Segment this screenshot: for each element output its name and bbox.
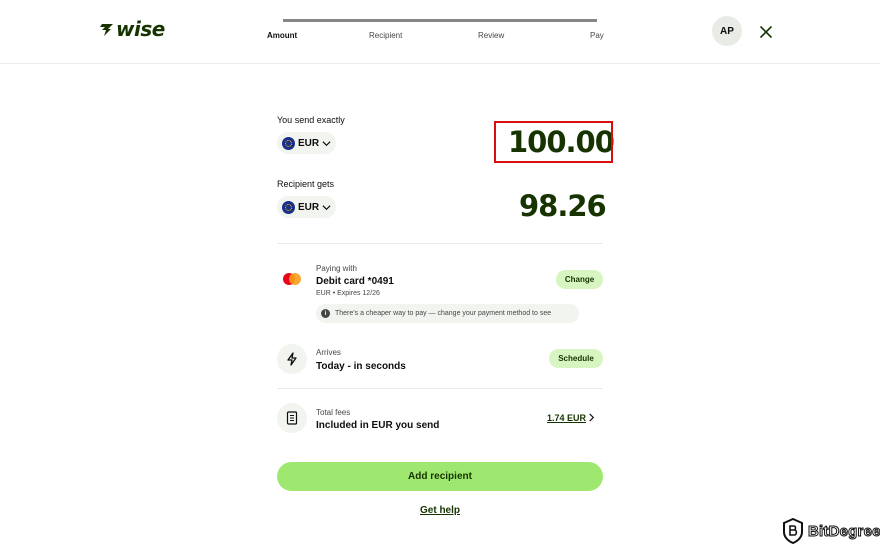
avatar[interactable]: AP	[712, 16, 742, 46]
chevron-right-icon[interactable]	[587, 413, 596, 422]
lightning-icon	[287, 352, 297, 366]
watermark-text: BitDegree	[808, 522, 880, 540]
highlight-annotation	[494, 121, 613, 163]
fees-amount-link[interactable]: 1.74 EUR	[547, 413, 586, 423]
divider	[277, 243, 603, 244]
payment-label: Paying with	[316, 264, 357, 273]
top-bar: wise Amount Recipient Review Pay AP	[0, 0, 880, 64]
step-review: Review	[478, 31, 505, 40]
bitdegree-watermark: BitDegree	[782, 518, 880, 544]
fees-label: Total fees	[316, 408, 351, 417]
eu-flag-icon	[282, 136, 295, 150]
payment-method-icon-wrap	[277, 264, 307, 294]
mastercard-icon	[283, 273, 301, 285]
payment-method: Debit card *0491	[316, 276, 394, 287]
get-help-link[interactable]: Get help	[420, 505, 460, 516]
close-icon[interactable]	[758, 24, 774, 40]
wise-logo[interactable]: wise	[99, 19, 165, 39]
receive-currency-select[interactable]: EUR	[277, 196, 336, 218]
change-payment-button[interactable]: Change	[556, 270, 603, 289]
arrival-icon-wrap	[277, 344, 307, 374]
progress-stepper	[283, 19, 597, 22]
receive-amount-input[interactable]: 98.26	[519, 189, 607, 223]
divider	[277, 388, 603, 389]
send-currency-code: EUR	[298, 137, 320, 149]
receive-label: Recipient gets	[277, 179, 335, 189]
cheaper-payment-notice[interactable]: i There's a cheaper way to pay — change …	[316, 304, 579, 323]
eu-flag-icon	[282, 200, 295, 214]
chevron-down-icon	[322, 140, 331, 146]
fees-value: Included in EUR you send	[316, 420, 440, 431]
notice-text: There's a cheaper way to pay — change yo…	[335, 310, 552, 317]
send-label: You send exactly	[277, 115, 345, 125]
add-recipient-button[interactable]: Add recipient	[277, 462, 603, 491]
bitdegree-shield-icon	[783, 518, 803, 544]
receipt-icon	[286, 411, 298, 425]
step-recipient: Recipient	[369, 31, 403, 40]
info-icon: i	[321, 309, 330, 318]
payment-details: EUR • Expires 12/26	[316, 290, 380, 297]
step-pay: Pay	[590, 31, 604, 40]
receive-currency-code: EUR	[298, 201, 320, 213]
schedule-button[interactable]: Schedule	[549, 349, 603, 368]
arrival-value: Today - in seconds	[316, 361, 406, 372]
step-amount: Amount	[267, 31, 298, 40]
chevron-down-icon	[322, 204, 331, 210]
send-currency-select[interactable]: EUR	[277, 132, 336, 154]
fees-icon-wrap	[277, 403, 307, 433]
logo-text: wise	[116, 17, 165, 41]
arrival-label: Arrives	[316, 348, 341, 357]
wise-flag-icon	[100, 24, 113, 36]
